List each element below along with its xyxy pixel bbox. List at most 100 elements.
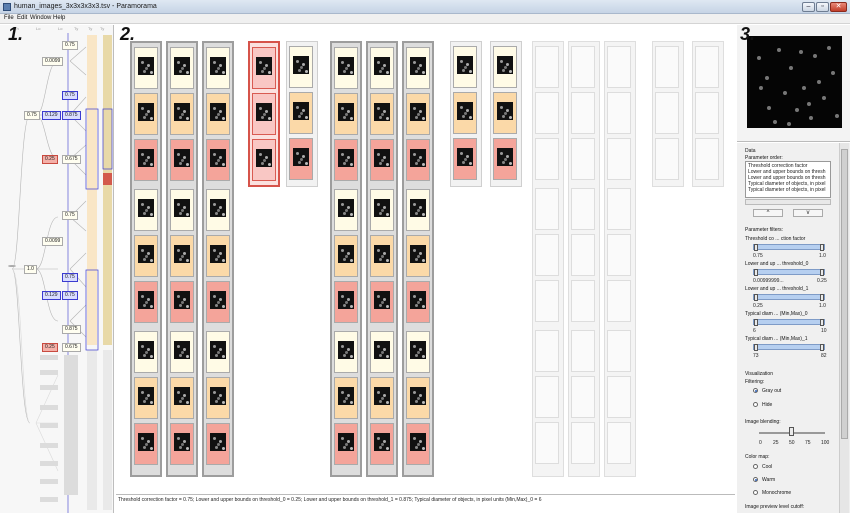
image-cell[interactable] [170, 377, 194, 419]
image-cell[interactable] [607, 376, 631, 418]
slider-handle[interactable] [754, 244, 758, 251]
image-column[interactable] [330, 41, 362, 477]
image-cell[interactable] [206, 139, 230, 181]
image-cell[interactable] [334, 189, 358, 231]
image-cell[interactable] [453, 92, 477, 134]
filter-slider[interactable] [753, 319, 825, 326]
radio-hide[interactable] [753, 402, 758, 407]
image-column[interactable] [652, 41, 684, 187]
image-cell[interactable] [134, 377, 158, 419]
image-cell[interactable] [370, 93, 394, 135]
list-scrollbar[interactable] [745, 199, 831, 205]
image-cell[interactable] [535, 330, 559, 372]
image-cell[interactable] [170, 281, 194, 323]
image-cell[interactable] [206, 331, 230, 373]
image-cell[interactable] [334, 281, 358, 323]
tree-node[interactable]: 0.75 [62, 211, 78, 220]
image-cell[interactable] [655, 46, 679, 88]
image-cell[interactable] [370, 331, 394, 373]
menu-edit[interactable]: Edit [17, 15, 27, 21]
tree-node[interactable]: 0.75 [62, 291, 78, 300]
move-up-button[interactable]: ^ [753, 209, 783, 217]
image-cell[interactable] [170, 93, 194, 135]
image-cell[interactable] [370, 377, 394, 419]
image-cell[interactable] [334, 235, 358, 277]
image-cell[interactable] [607, 422, 631, 464]
radio-monochrome[interactable] [753, 490, 758, 495]
image-cell[interactable] [334, 139, 358, 181]
image-cell[interactable] [206, 235, 230, 277]
image-cell[interactable] [206, 423, 230, 465]
radio-cool[interactable] [753, 464, 758, 469]
slider-handle[interactable] [754, 344, 758, 351]
slider-handle[interactable] [820, 319, 824, 326]
image-cell[interactable] [252, 47, 276, 89]
image-cell[interactable] [535, 376, 559, 418]
slider-handle[interactable] [754, 294, 758, 301]
image-cell[interactable] [334, 47, 358, 89]
image-cell[interactable] [571, 280, 595, 322]
image-cell[interactable] [571, 422, 595, 464]
tree-node[interactable]: 0.75 [62, 91, 78, 100]
image-cell[interactable] [406, 93, 430, 135]
tree-node[interactable]: 0.0099 [42, 57, 64, 66]
image-cell[interactable] [370, 423, 394, 465]
image-cell[interactable] [334, 93, 358, 135]
filter-slider[interactable] [753, 294, 825, 301]
image-column[interactable] [692, 41, 724, 187]
image-cell[interactable] [370, 281, 394, 323]
image-cell[interactable] [493, 46, 517, 88]
image-cell[interactable] [406, 281, 430, 323]
image-cell[interactable] [289, 138, 313, 180]
image-cell[interactable] [571, 188, 595, 230]
image-cell[interactable] [571, 46, 595, 88]
image-cell[interactable] [134, 189, 158, 231]
menu-help[interactable]: Help [53, 15, 65, 21]
tree-node[interactable]: 1.0 [24, 265, 37, 274]
tree-node[interactable]: 0.875 [62, 111, 81, 120]
tree-node[interactable]: 0.675 [62, 155, 81, 164]
image-cell[interactable] [370, 189, 394, 231]
image-cell[interactable] [655, 138, 679, 180]
image-cell[interactable] [134, 139, 158, 181]
filter-slider[interactable] [753, 344, 825, 351]
minimize-button[interactable]: – [802, 2, 815, 12]
image-cell[interactable] [535, 422, 559, 464]
tree-node[interactable]: 0.129 [42, 111, 61, 120]
list-item[interactable]: Typical diameter of objects, in pixel [748, 187, 826, 193]
slider-handle[interactable] [820, 269, 824, 276]
image-cell[interactable] [607, 92, 631, 134]
image-cell[interactable] [406, 139, 430, 181]
image-cell[interactable] [170, 189, 194, 231]
image-cell[interactable] [289, 46, 313, 88]
image-cell[interactable] [695, 138, 719, 180]
menu-file[interactable]: File [4, 15, 14, 21]
image-cell[interactable] [406, 377, 430, 419]
image-cell[interactable] [134, 331, 158, 373]
image-cell[interactable] [289, 92, 313, 134]
image-cell[interactable] [535, 280, 559, 322]
filter-slider[interactable] [753, 244, 825, 251]
slider-handle[interactable] [754, 269, 758, 276]
image-cell[interactable] [334, 377, 358, 419]
image-column[interactable] [202, 41, 234, 477]
image-cell[interactable] [170, 47, 194, 89]
image-cell[interactable] [607, 234, 631, 276]
parameter-tree-view[interactable]: Th Lo Lo Ty Ty Ty 1.0 0.75 0.0099 0.75 0… [0, 25, 114, 513]
image-column[interactable] [568, 41, 600, 477]
image-column[interactable] [490, 41, 522, 187]
image-cell[interactable] [607, 280, 631, 322]
image-cell[interactable] [206, 93, 230, 135]
radio-warm[interactable] [753, 477, 758, 482]
slider-handle[interactable] [820, 244, 824, 251]
tree-node[interactable]: 0.75 [24, 111, 40, 120]
tree-node[interactable]: 0.875 [62, 325, 81, 334]
image-cell[interactable] [695, 92, 719, 134]
image-cell[interactable] [406, 47, 430, 89]
image-cell[interactable] [134, 281, 158, 323]
maximize-button[interactable]: ▫ [816, 2, 829, 12]
tree-node[interactable]: 0.675 [62, 343, 81, 352]
image-cell[interactable] [535, 138, 559, 180]
image-cell[interactable] [406, 235, 430, 277]
image-cell[interactable] [206, 377, 230, 419]
